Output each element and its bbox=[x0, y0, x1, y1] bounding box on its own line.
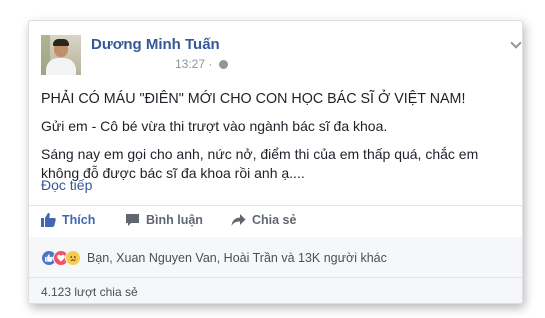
post-paragraph: Sáng nay em gọi cho anh, nức nở, điểm th… bbox=[41, 146, 479, 181]
author-avatar[interactable] bbox=[41, 35, 81, 75]
comment-button[interactable]: Bình luận bbox=[125, 213, 203, 227]
action-bar: Thích Bình luận Chia sẻ bbox=[29, 207, 522, 235]
post-card: Dương Minh Tuấn 13:27 · PHẢI CÓ MÁU "ĐIÊ… bbox=[28, 20, 523, 304]
thumbs-up-icon bbox=[41, 213, 56, 227]
post-meta: 13:27 · bbox=[175, 57, 228, 71]
see-more-link[interactable]: Đọc tiếp bbox=[41, 177, 92, 193]
share-button[interactable]: Chia sẻ bbox=[231, 213, 296, 227]
post-headline: PHẢI CÓ MÁU "ĐIÊN" MỚI CHO CON HỌC BÁC S… bbox=[41, 91, 466, 107]
divider bbox=[29, 205, 522, 206]
like-label: Thích bbox=[62, 213, 96, 227]
divider bbox=[29, 277, 522, 278]
share-label: Chia sẻ bbox=[252, 213, 297, 227]
reaction-names[interactable]: Bạn, Xuan Nguyen Van, Hoài Trần và 13K n… bbox=[87, 251, 387, 265]
comment-label: Bình luận bbox=[146, 213, 203, 227]
comment-icon bbox=[126, 214, 139, 226]
post-footer: Bạn, Xuan Nguyen Van, Hoài Trần và 13K n… bbox=[29, 237, 522, 303]
post-time[interactable]: 13:27 bbox=[175, 57, 205, 71]
meta-separator: · bbox=[208, 57, 213, 71]
like-button[interactable]: Thích bbox=[41, 213, 95, 227]
share-count[interactable]: 4.123 lượt chia sẻ bbox=[41, 285, 138, 299]
share-arrow-icon bbox=[231, 214, 246, 226]
sad-reaction-icon bbox=[65, 250, 81, 266]
reactions-summary[interactable]: Bạn, Xuan Nguyen Van, Hoài Trần và 13K n… bbox=[41, 250, 387, 266]
chevron-down-icon[interactable] bbox=[510, 37, 522, 49]
author-name[interactable]: Dương Minh Tuấn bbox=[91, 36, 220, 53]
globe-icon bbox=[218, 60, 228, 69]
post-line: Gửi em - Cô bé vừa thi trượt vào ngành b… bbox=[41, 118, 388, 134]
